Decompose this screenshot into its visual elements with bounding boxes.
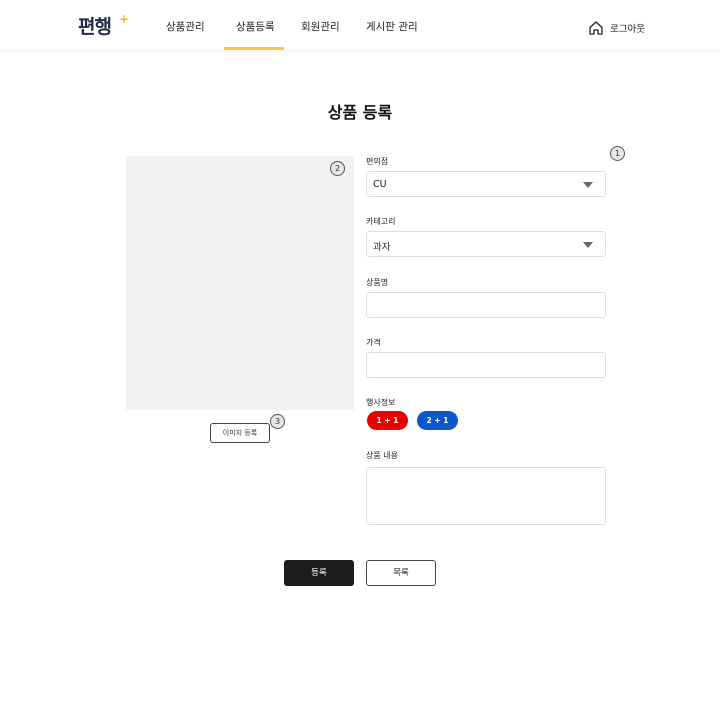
chevron-down-icon bbox=[583, 182, 593, 188]
description-label: 상품 내용 bbox=[366, 451, 398, 460]
store-select[interactable]: CU bbox=[366, 171, 606, 197]
nav-item-member-management[interactable]: 회원관리 bbox=[301, 19, 340, 34]
image-register-button[interactable]: 이미지 등록 bbox=[210, 423, 270, 443]
nav-item-board-management[interactable]: 게시판 관리 bbox=[366, 19, 418, 34]
app-logo[interactable]: 편행 bbox=[78, 12, 112, 39]
annotation-marker-1: 1 bbox=[610, 146, 625, 161]
logout-button[interactable]: 로그아웃 bbox=[588, 19, 645, 37]
product-image-preview[interactable] bbox=[126, 156, 354, 410]
top-navigation-bar: 편행 + 상품관리 상품등록 회원관리 게시판 관리 로그아웃 bbox=[0, 0, 720, 50]
annotation-marker-2: 2 bbox=[330, 161, 345, 176]
annotation-marker-3: 3 bbox=[270, 414, 285, 429]
category-label: 카테고리 bbox=[366, 217, 396, 226]
nav-item-product-management[interactable]: 상품관리 bbox=[166, 19, 205, 34]
price-label: 가격 bbox=[366, 338, 381, 347]
product-name-label: 상품명 bbox=[366, 278, 389, 287]
chevron-down-icon bbox=[583, 242, 593, 248]
event-info-label: 행사정보 bbox=[366, 398, 396, 407]
nav-item-product-registration[interactable]: 상품등록 bbox=[236, 19, 275, 34]
event-1plus1-button[interactable]: 1 + 1 bbox=[367, 411, 408, 430]
submit-button[interactable]: 등록 bbox=[284, 560, 354, 586]
page-title: 상품 등록 bbox=[327, 103, 393, 122]
logout-label: 로그아웃 bbox=[610, 24, 645, 35]
logo-plus-mark: + bbox=[119, 12, 130, 26]
home-icon bbox=[588, 20, 604, 36]
category-select[interactable]: 과자 bbox=[366, 231, 606, 257]
store-select-value: CU bbox=[373, 179, 387, 190]
list-button[interactable]: 목록 bbox=[366, 560, 436, 586]
category-select-value: 과자 bbox=[373, 242, 391, 253]
event-2plus1-button[interactable]: 2 + 1 bbox=[417, 411, 458, 430]
description-textarea[interactable] bbox=[366, 467, 606, 525]
product-name-input[interactable] bbox=[366, 292, 606, 318]
store-label: 편의점 bbox=[366, 157, 389, 166]
price-input[interactable] bbox=[366, 352, 606, 378]
active-nav-indicator bbox=[224, 47, 284, 50]
